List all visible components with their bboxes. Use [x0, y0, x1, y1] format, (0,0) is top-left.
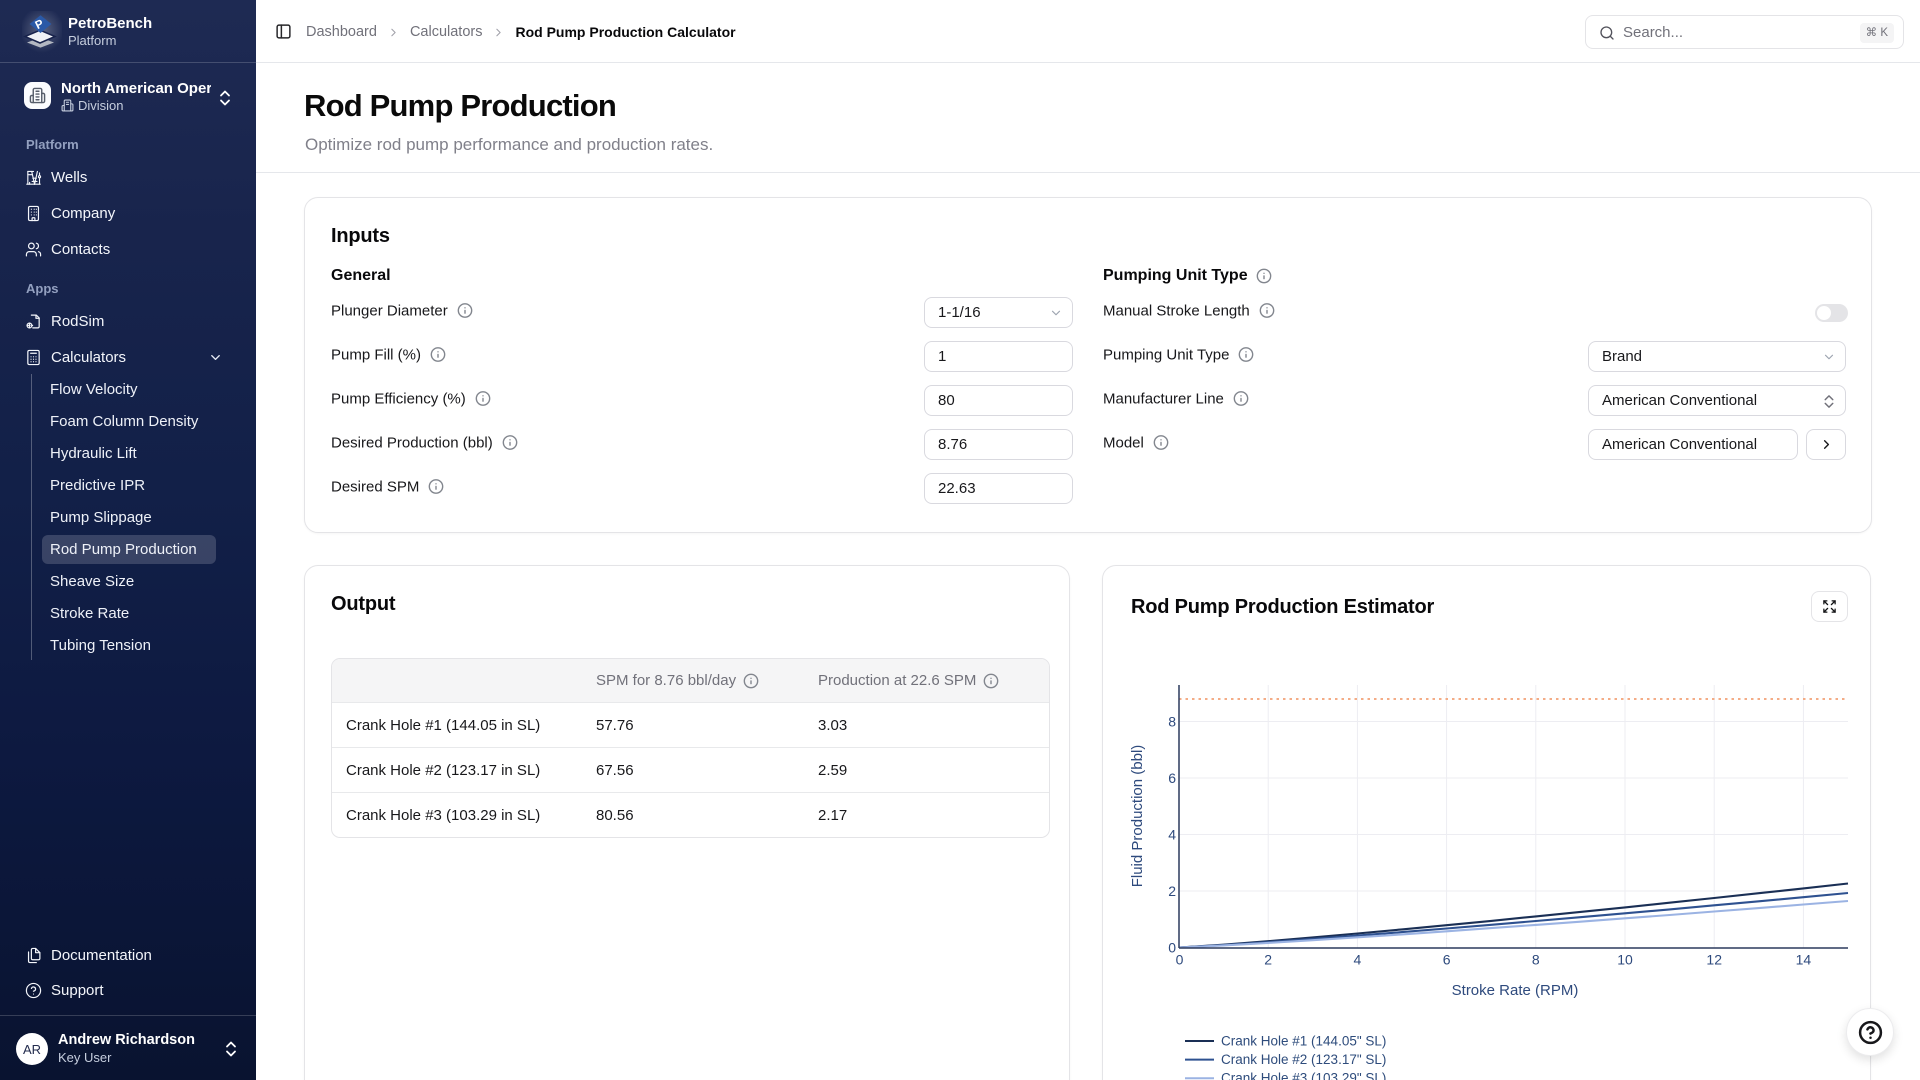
svg-text:Fluid Production (bbl): Fluid Production (bbl): [1129, 745, 1146, 888]
svg-text:2: 2: [1168, 883, 1176, 899]
svg-text:Crank Hole #3 (103.29" SL): Crank Hole #3 (103.29" SL): [1221, 1071, 1386, 1080]
svg-text:8: 8: [1532, 951, 1540, 967]
svg-text:6: 6: [1168, 770, 1176, 786]
svg-text:Crank Hole #2 (123.17" SL): Crank Hole #2 (123.17" SL): [1221, 1052, 1386, 1067]
svg-text:12: 12: [1706, 951, 1722, 967]
svg-text:2: 2: [1264, 951, 1272, 967]
svg-text:4: 4: [1168, 826, 1176, 842]
svg-text:14: 14: [1796, 951, 1812, 967]
svg-text:10: 10: [1617, 951, 1633, 967]
svg-text:6: 6: [1443, 951, 1451, 967]
svg-text:4: 4: [1354, 951, 1362, 967]
svg-text:Crank Hole #1 (144.05" SL): Crank Hole #1 (144.05" SL): [1221, 1034, 1386, 1049]
svg-text:Stroke Rate (RPM): Stroke Rate (RPM): [1452, 982, 1579, 999]
svg-text:8: 8: [1168, 713, 1176, 729]
svg-text:0: 0: [1176, 951, 1184, 967]
